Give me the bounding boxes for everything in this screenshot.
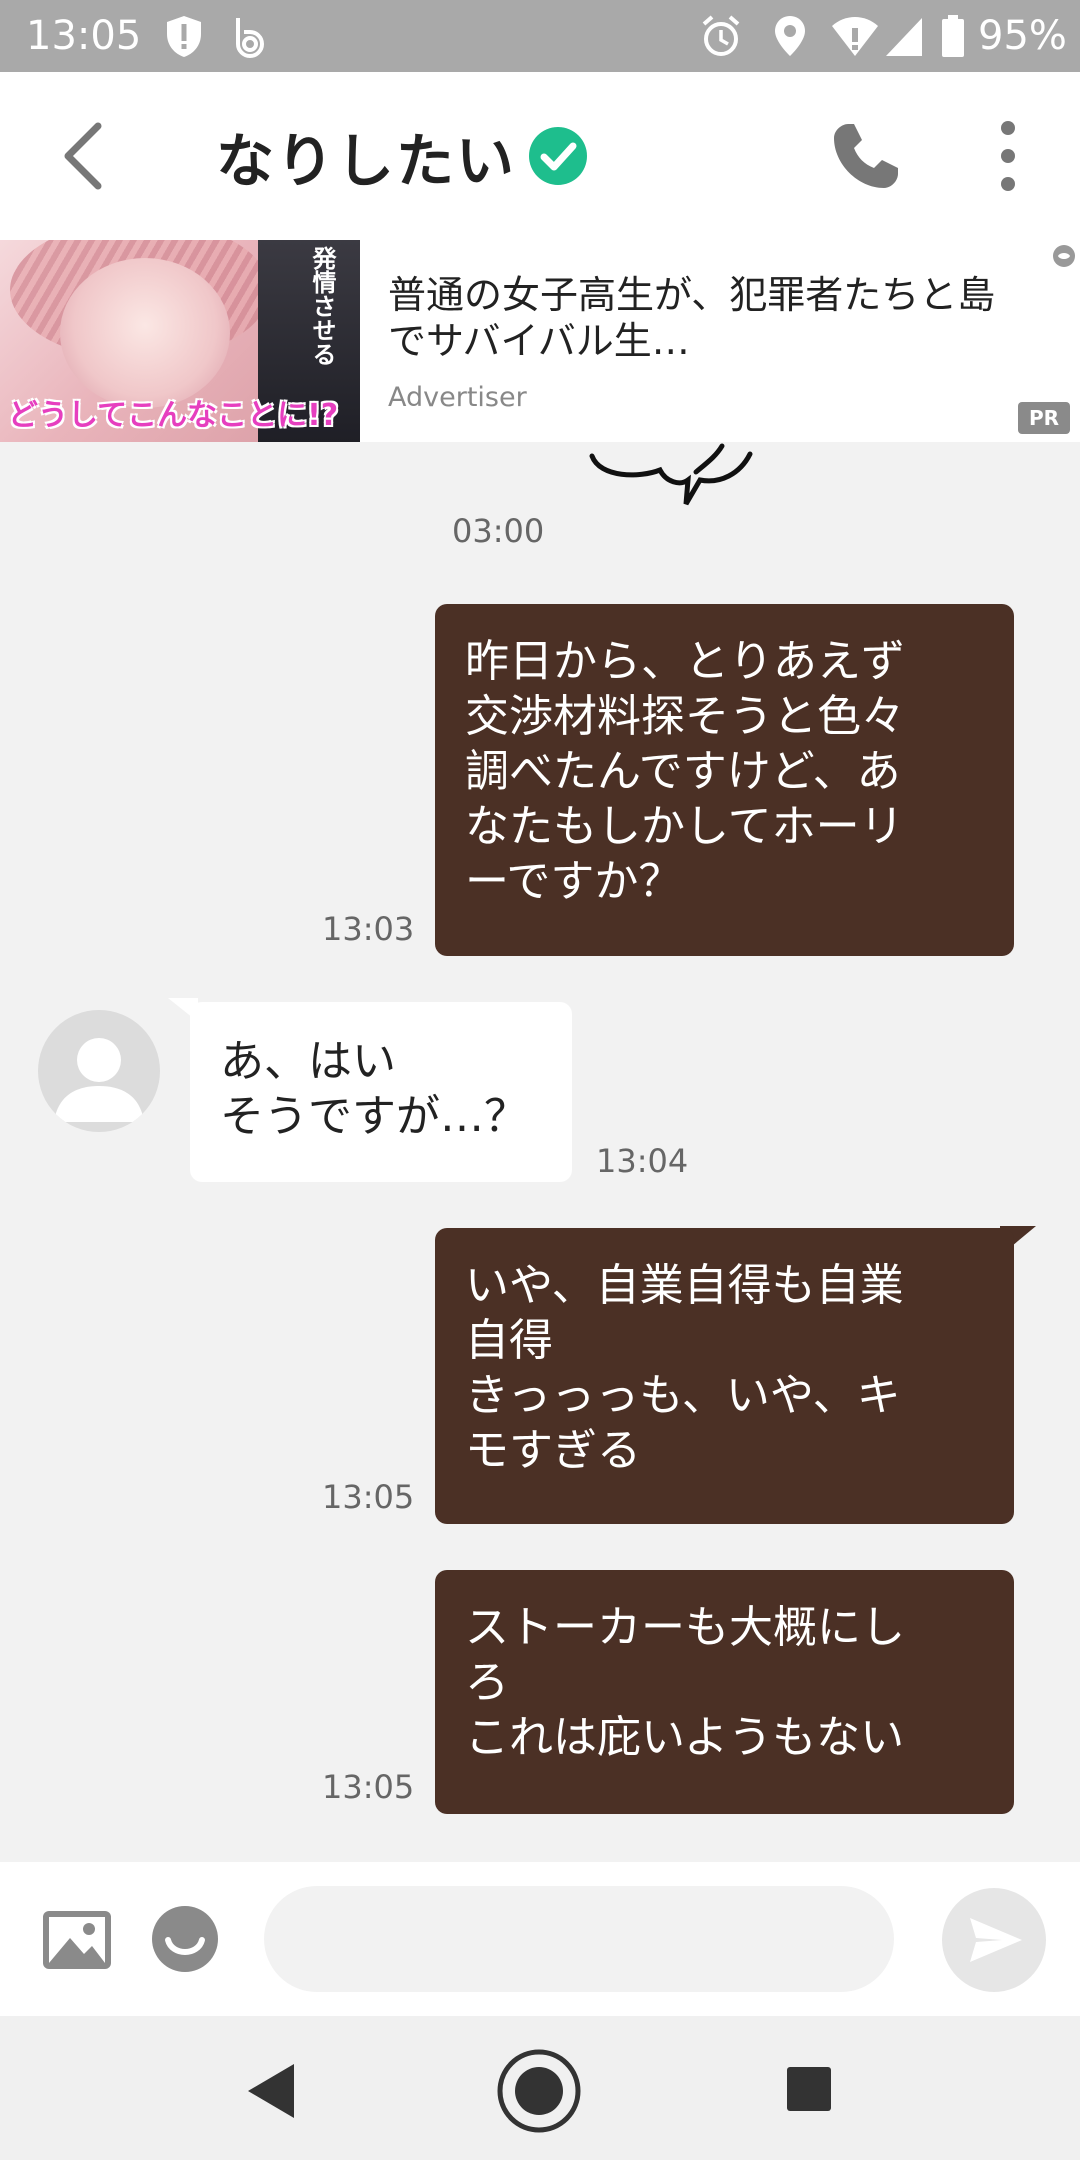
image-icon[interactable] (40, 1908, 114, 1972)
ad-pr-badge: PR (1018, 402, 1070, 434)
ad-image-side-text: 発情させる (308, 246, 336, 366)
phone-icon[interactable] (828, 118, 904, 194)
message-line: ストーカーも大概にし (465, 1602, 905, 1653)
ad-banner[interactable]: 発情させる どうしてこんなことに!? 普通の女子高生が、犯罪者たちと島でサバイバ… (0, 240, 1080, 442)
nav-home-icon[interactable] (496, 2048, 582, 2134)
chat-header: なりしたい (0, 72, 1080, 240)
b-app-icon (236, 18, 264, 58)
message-line: ろ (465, 1657, 509, 1708)
message-line: いや、自業自得も自業 (465, 1260, 904, 1311)
nav-back-icon[interactable] (244, 2062, 296, 2120)
message-line: 自得 (465, 1315, 553, 1366)
system-nav-bar (0, 2016, 1080, 2160)
user-placeholder-icon (54, 1038, 144, 1122)
location-icon (775, 16, 805, 56)
message-line: なたもしかしてホーリ (465, 801, 904, 852)
wifi-icon (832, 17, 878, 56)
shield-alert-icon (167, 16, 201, 57)
ad-advertiser: Advertiser (388, 382, 527, 413)
outgoing-message-bubble[interactable]: いや、自業自得も自業 自得 きっっっも、いや、キ モすぎる (435, 1228, 1014, 1524)
outgoing-message-bubble[interactable]: 昨日から、とりあえず 交渉材料探そうと色々 調べたんですけど、あ なたもしかして… (435, 604, 1014, 956)
message-line: ーですか？ (465, 856, 683, 907)
chat-area[interactable]: 03:00 13:03 昨日から、とりあえず 交渉材料探そうと色々 調べたんです… (0, 442, 1080, 1862)
message-line: あ、はい (220, 1036, 396, 1087)
outgoing-message-bubble[interactable]: ストーカーも大概にし ろ これは庇いようもない (435, 1570, 1014, 1814)
nav-recents-icon[interactable] (786, 2066, 832, 2112)
message-line: 調べたんですけど、あ (465, 746, 901, 797)
avatar[interactable] (38, 1010, 160, 1132)
ad-title[interactable]: 普通の女子高生が、犯罪者たちと島でサバイバル生… (388, 272, 1028, 364)
input-bar (0, 1862, 1080, 2016)
verified-check-icon (529, 127, 588, 185)
message-time: 13:05 (322, 1768, 415, 1806)
message-line: これは庇いようもない (465, 1712, 905, 1763)
status-bar: 13:05 95% (0, 0, 1080, 72)
more-vertical-icon[interactable] (984, 114, 1032, 198)
status-time: 13:05 (26, 13, 142, 59)
message-line: そうですが…？ (220, 1091, 528, 1142)
title-group[interactable]: なりしたい (216, 116, 588, 196)
signal-icon (886, 18, 922, 56)
message-time: 13:03 (322, 910, 415, 948)
send-button[interactable] (942, 1888, 1046, 1992)
message-input[interactable] (264, 1886, 894, 1992)
emoji-icon[interactable] (150, 1904, 220, 1974)
message-line: モすぎる (465, 1425, 641, 1476)
message-time: 13:05 (322, 1478, 415, 1516)
ad-image-overlay-text: どうしてこんなことに!? (8, 398, 339, 433)
battery-icon (942, 15, 964, 57)
incoming-message-bubble[interactable]: あ、はい そうですが…？ (190, 1002, 572, 1182)
page-title: なりしたい (216, 127, 517, 195)
ad-image[interactable]: 発情させる どうしてこんなことに!? (0, 240, 360, 442)
ad-choices-icon[interactable] (1052, 244, 1076, 268)
message-line: 昨日から、とりあえず (465, 636, 905, 687)
message-line: 交渉材料探そうと色々 (465, 691, 905, 742)
alarm-icon (702, 15, 740, 56)
timestamp: 03:00 (452, 512, 545, 550)
sticker-image[interactable] (580, 442, 780, 514)
message-line: きっっっも、いや、キ (465, 1370, 901, 1421)
battery-percentage: 95% (978, 13, 1067, 59)
send-icon (970, 1918, 1022, 1962)
message-time: 13:04 (596, 1142, 689, 1180)
back-button[interactable] (50, 116, 120, 196)
